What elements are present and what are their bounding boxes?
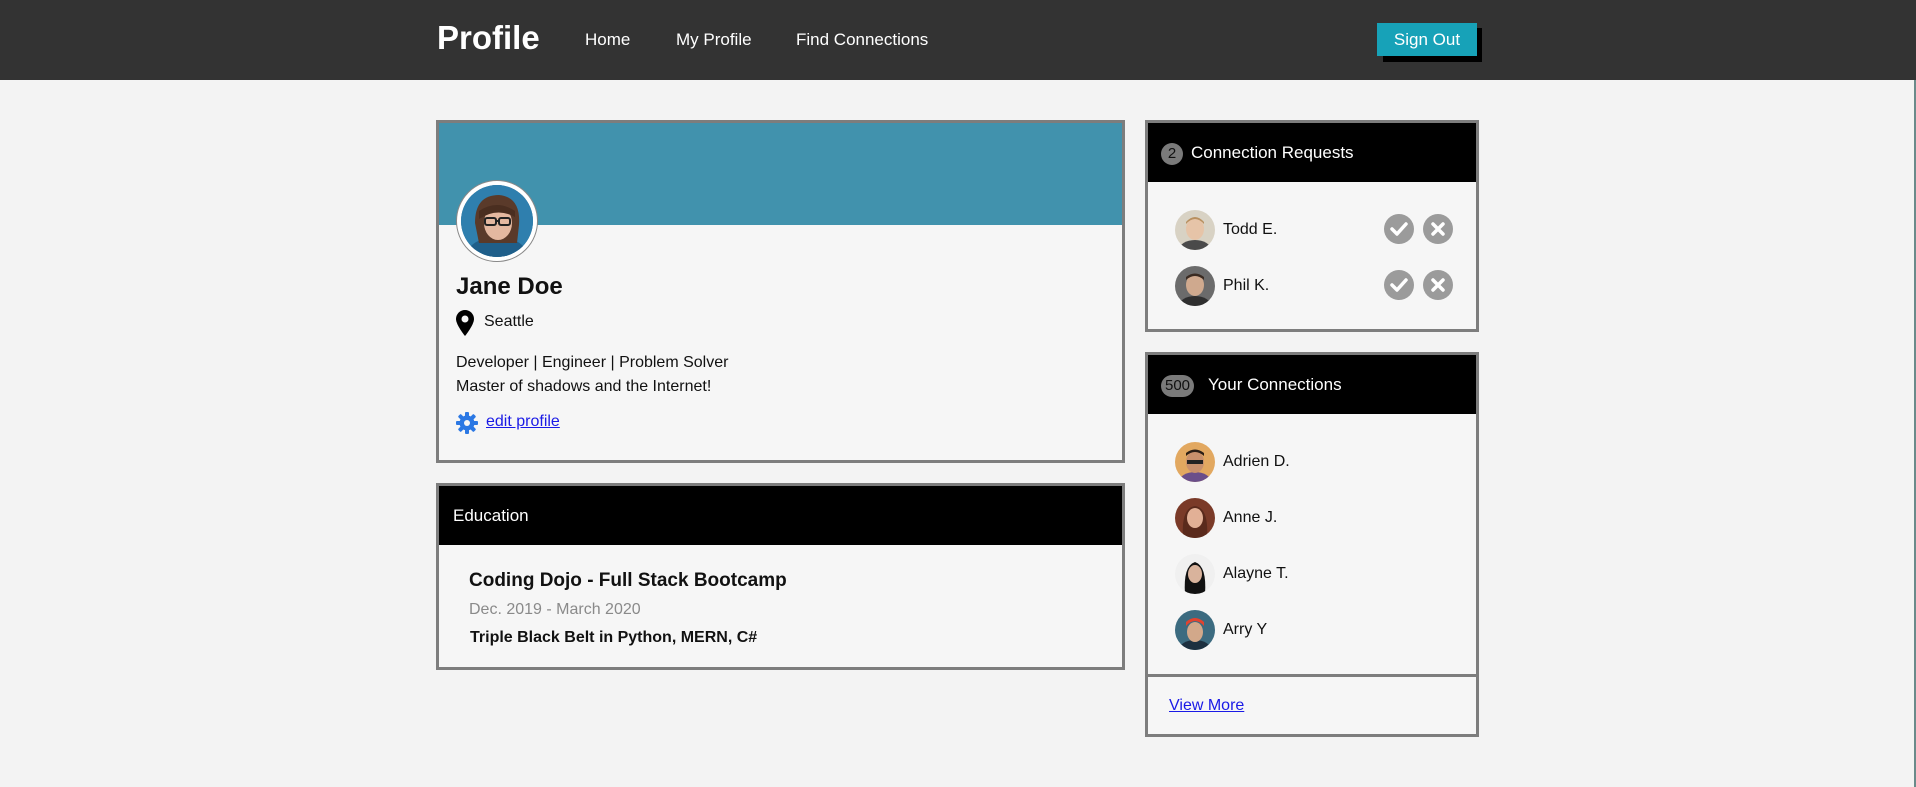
close-icon [1431, 222, 1445, 236]
education-description: Triple Black Belt in Python, MERN, C# [470, 629, 758, 646]
connections-count-badge: 500 [1161, 375, 1195, 397]
avatar [1175, 266, 1215, 306]
decline-request-button[interactable] [1423, 270, 1453, 300]
connection-name: Anne J. [1223, 509, 1278, 526]
sign-out-button[interactable]: Sign Out [1377, 23, 1477, 56]
close-icon [1431, 278, 1445, 292]
avatar [1175, 210, 1215, 250]
avatar [1175, 498, 1215, 538]
your-connections-title: Your Connections [1208, 375, 1342, 394]
your-connections-card: 500 Your Connections Adrien D. Anne J. A… [1145, 352, 1479, 737]
gear-icon[interactable] [456, 412, 478, 439]
location-pin-icon [456, 310, 474, 341]
requests-count-badge: 2 [1161, 143, 1183, 165]
top-navbar: Profile Home My Profile Find Connections… [0, 0, 1916, 80]
your-connections-header: 500 Your Connections [1148, 355, 1476, 414]
avatar [1175, 554, 1215, 594]
nav-find-connections-link[interactable]: Find Connections [796, 30, 928, 50]
profile-card: Jane Doe Seattle Developer | Engineer | … [436, 120, 1125, 463]
education-card: Education Coding Dojo - Full Stack Bootc… [436, 483, 1125, 670]
profile-bio-line: Developer | Engineer | Problem Solver [456, 354, 729, 371]
connection-name: Alayne T. [1223, 565, 1289, 582]
nav-my-profile-link[interactable]: My Profile [676, 30, 752, 50]
divider [1148, 674, 1476, 677]
profile-avatar-image [461, 185, 533, 257]
profile-banner [439, 123, 1122, 225]
profile-name: Jane Doe [456, 273, 563, 300]
brand-title: Profile [437, 19, 540, 56]
connection-requests-title: Connection Requests [1191, 143, 1354, 162]
connection-name: Adrien D. [1223, 453, 1290, 470]
connection-requests-header: 2 Connection Requests [1148, 123, 1476, 182]
accept-request-button[interactable] [1384, 270, 1414, 300]
connection-requests-card: 2 Connection Requests Todd E. Phil K. [1145, 120, 1479, 332]
avatar [1175, 610, 1215, 650]
profile-location: Seattle [484, 313, 534, 330]
edit-profile-link[interactable]: edit profile [486, 413, 560, 431]
avatar [1175, 442, 1215, 482]
decline-request-button[interactable] [1423, 214, 1453, 244]
education-school: Coding Dojo - Full Stack Bootcamp [469, 570, 787, 591]
view-more-link[interactable]: View More [1169, 697, 1244, 715]
education-heading: Education [453, 506, 529, 525]
check-icon [1390, 222, 1408, 236]
education-header: Education [439, 486, 1122, 545]
request-name: Phil K. [1223, 277, 1270, 294]
request-name: Todd E. [1223, 221, 1278, 238]
connection-name: Arry Y [1223, 621, 1268, 638]
check-icon [1390, 278, 1408, 292]
nav-home-link[interactable]: Home [585, 30, 630, 50]
profile-bio-line: Master of shadows and the Internet! [456, 378, 712, 395]
profile-avatar [456, 180, 538, 262]
accept-request-button[interactable] [1384, 214, 1414, 244]
education-dates: Dec. 2019 - March 2020 [469, 601, 641, 618]
